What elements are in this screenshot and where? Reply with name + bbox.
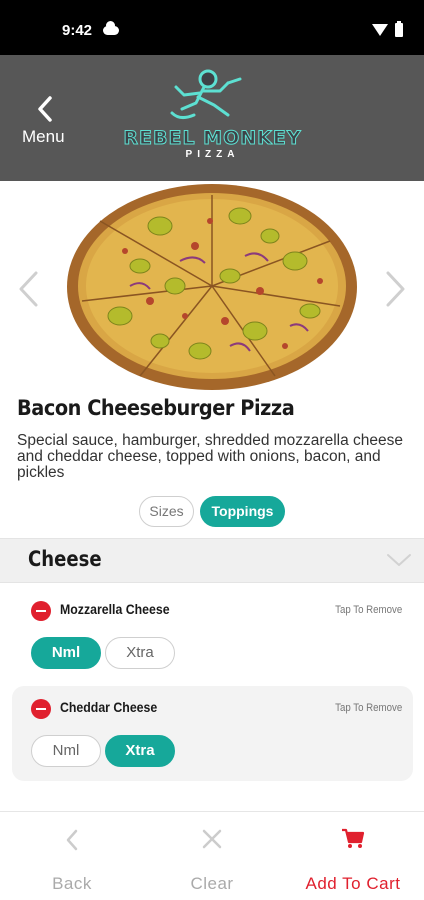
status-time: 9:42 <box>62 22 93 39</box>
carousel-prev-icon[interactable] <box>16 269 40 309</box>
bottom-action-bar: Back Clear Add To Cart <box>0 811 424 900</box>
remove-icon[interactable] <box>31 699 51 719</box>
product-title: Bacon Cheeseburger Pizza <box>17 396 295 420</box>
logo-subtext: PIZZA <box>185 149 240 160</box>
carousel-next-icon[interactable] <box>384 269 408 309</box>
topping-name: Mozzarella Cheese <box>60 601 170 617</box>
section-header-cheese[interactable]: Cheese <box>0 538 424 583</box>
menu-button[interactable]: Menu <box>14 93 76 149</box>
section-title: Cheese <box>28 547 102 571</box>
battery-icon <box>395 21 403 37</box>
rebel-monkey-logo: REBEL MONKEY PIZZA <box>110 65 315 175</box>
back-label: Back <box>52 874 92 893</box>
wifi-icon <box>372 24 388 36</box>
product-description: Special sauce, hamburger, shredded mozza… <box>17 432 404 481</box>
status-bar: 9:42 <box>0 0 424 55</box>
cart-icon <box>342 828 365 848</box>
option-normal[interactable]: Nml <box>31 637 101 669</box>
clear-button[interactable]: Clear <box>162 812 262 900</box>
remove-icon[interactable] <box>31 601 51 621</box>
tab-toppings[interactable]: Toppings <box>200 496 285 527</box>
option-extra[interactable]: Xtra <box>105 735 175 767</box>
chevron-down-icon <box>387 554 411 566</box>
clear-label: Clear <box>190 874 234 893</box>
option-extra[interactable]: Xtra <box>105 637 175 669</box>
add-to-cart-label: Add To Cart <box>305 874 401 893</box>
add-to-cart-button[interactable]: Add To Cart <box>292 812 414 900</box>
back-button[interactable]: Back <box>22 812 122 900</box>
topping-item: Cheddar Cheese Tap To Remove Nml Xtra <box>12 686 413 781</box>
option-normal[interactable]: Nml <box>31 735 101 767</box>
topping-item: Mozzarella Cheese Tap To Remove Nml Xtra <box>12 588 413 680</box>
tap-to-remove-label[interactable]: Tap To Remove <box>335 702 402 714</box>
topping-name: Cheddar Cheese <box>60 699 158 715</box>
menu-label: Menu <box>22 127 65 146</box>
product-image-carousel <box>0 181 424 393</box>
running-monkey-icon <box>170 69 242 120</box>
chevron-left-icon <box>38 96 52 122</box>
cloud-icon <box>103 21 119 35</box>
pizza-image <box>67 184 357 390</box>
app-header: Menu REBEL MONKEY PIZZA <box>0 55 424 181</box>
logo-wordmark: REBEL MONKEY <box>123 127 302 150</box>
close-icon <box>202 829 222 849</box>
tap-to-remove-label[interactable]: Tap To Remove <box>335 604 402 616</box>
chevron-left-icon <box>66 829 78 851</box>
tab-sizes[interactable]: Sizes <box>139 496 194 527</box>
